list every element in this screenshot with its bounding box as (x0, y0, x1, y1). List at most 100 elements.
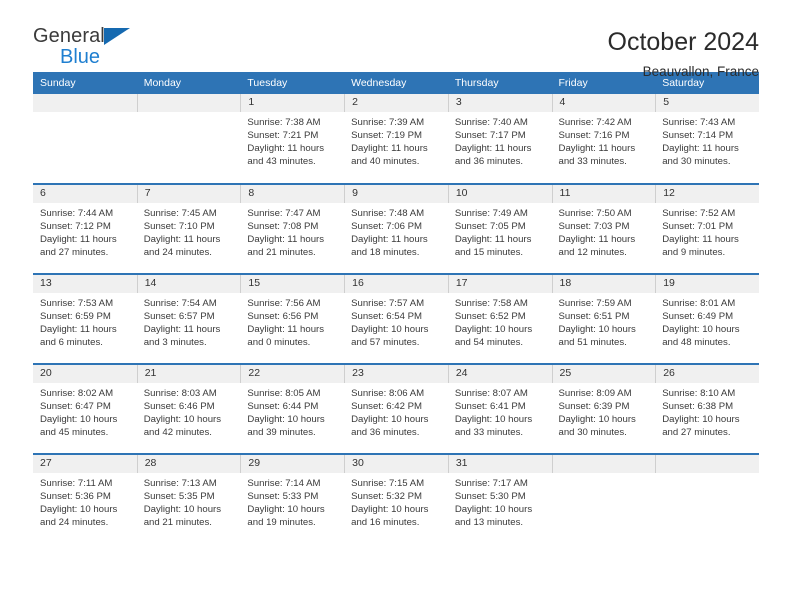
day-number: 4 (551, 94, 656, 112)
page-header: General Blue October 2024 Beauvallon, Fr… (33, 0, 759, 79)
calendar-day-cell: 4 Sunrise: 7:42 AM Sunset: 7:16 PM Daylight… (551, 94, 656, 184)
sunset-text: Sunset: 7:16 PM (558, 130, 630, 142)
day-cell-inner[interactable]: 3 Sunrise: 7:40 AM Sunset: 7:17 PM Daylight… (447, 94, 552, 183)
sunset-text: Sunset: 5:35 PM (143, 491, 215, 503)
day-details: Sunrise: 7:54 AM Sunset: 6:57 PM Daylight:… (137, 293, 241, 349)
calendar-day-cell: 21 Sunrise: 8:03 AM Sunset: 6:46 PM Dayligh… (136, 363, 241, 454)
day-details: Sunrise: 7:45 AM Sunset: 7:10 PM Daylight:… (137, 203, 241, 259)
brand-name-blue: Blue (60, 46, 101, 68)
day-details: Sunrise: 7:50 AM Sunset: 7:03 PM Daylight:… (552, 203, 656, 259)
day-cell-inner[interactable]: 22 Sunrise: 8:05 AM Sunset: 6:44 PM Dayligh… (240, 365, 345, 453)
day-number: 8 (240, 185, 345, 203)
day-cell-inner[interactable]: 13 Sunrise: 7:53 AM Sunset: 6:59 PM Dayligh… (33, 275, 137, 363)
day-cell-inner[interactable]: 17 Sunrise: 7:58 AM Sunset: 6:52 PM Dayligh… (447, 275, 552, 363)
day-cell-inner[interactable]: 9 Sunrise: 7:48 AM Sunset: 7:06 PM Daylight… (344, 185, 448, 273)
calendar-day-cell: 7 Sunrise: 7:45 AM Sunset: 7:10 PM Daylight… (136, 183, 241, 274)
day-cell-inner[interactable]: 11 Sunrise: 7:50 AM Sunset: 7:03 PM Dayligh… (551, 185, 656, 273)
day-cell-inner[interactable]: 15 Sunrise: 7:56 AM Sunset: 6:56 PM Dayligh… (240, 275, 345, 363)
day-cell-inner[interactable]: 16 Sunrise: 7:57 AM Sunset: 6:54 PM Dayligh… (344, 275, 448, 363)
day-number: 27 (33, 455, 137, 473)
sunrise-text: Sunrise: 8:09 AM (558, 388, 632, 399)
day-details: Sunrise: 7:49 AM Sunset: 7:05 PM Daylight:… (448, 203, 552, 259)
sunset-text: Sunset: 6:56 PM (247, 311, 319, 323)
day-cell-inner[interactable]: 27 Sunrise: 7:11 AM Sunset: 5:36 PM Dayligh… (33, 455, 137, 544)
day-number: 20 (33, 365, 137, 383)
calendar-day-cell: 27 Sunrise: 7:11 AM Sunset: 5:36 PM Dayligh… (33, 453, 137, 544)
day-details: Sunrise: 8:09 AM Sunset: 6:39 PM Daylight:… (552, 383, 656, 439)
sunrise-text: Sunrise: 8:03 AM (143, 388, 217, 399)
sunset-text: Sunset: 6:38 PM (662, 401, 734, 413)
day-cell-inner[interactable]: 12 Sunrise: 7:52 AM Sunset: 7:01 PM Dayligh… (655, 185, 759, 273)
day-number: 29 (240, 455, 345, 473)
sunrise-text: Sunrise: 8:10 AM (662, 388, 736, 399)
day-cell-inner[interactable]: 25 Sunrise: 8:09 AM Sunset: 6:39 PM Dayligh… (551, 365, 656, 453)
day-number: 2 (344, 94, 448, 112)
brand-logo[interactable]: General Blue (33, 26, 153, 74)
day-cell-inner[interactable]: 30 Sunrise: 7:15 AM Sunset: 5:32 PM Dayligh… (344, 455, 448, 544)
day-number: 26 (655, 365, 759, 383)
sunset-text: Sunset: 6:46 PM (143, 401, 215, 413)
day-cell-inner[interactable]: 1 Sunrise: 7:38 AM Sunset: 7:21 PM Daylight… (240, 94, 345, 183)
calendar-page: General Blue October 2024 Beauvallon, Fr… (0, 0, 792, 612)
day-details: Sunrise: 7:58 AM Sunset: 6:52 PM Daylight:… (448, 293, 552, 349)
calendar-day-cell: 12 Sunrise: 7:52 AM Sunset: 7:01 PM Dayligh… (655, 183, 759, 274)
weekday-header-monday: Monday (136, 72, 241, 94)
day-number: 17 (447, 275, 552, 293)
day-cell-inner[interactable]: 5 Sunrise: 7:43 AM Sunset: 7:14 PM Daylight… (655, 94, 759, 183)
calendar-day-cell: 28 Sunrise: 7:13 AM Sunset: 5:35 PM Dayligh… (136, 453, 241, 544)
day-cell-inner[interactable]: 24 Sunrise: 8:07 AM Sunset: 6:41 PM Dayligh… (447, 365, 552, 453)
day-cell-inner[interactable]: 6 Sunrise: 7:44 AM Sunset: 7:12 PM Daylight… (33, 185, 137, 273)
sunrise-text: Sunrise: 7:43 AM (662, 117, 736, 128)
daylight-text: Daylight: 10 hours and 54 minutes. (454, 324, 533, 349)
day-cell-inner[interactable]: 31 Sunrise: 7:17 AM Sunset: 5:30 PM Dayligh… (447, 455, 552, 544)
day-number (33, 94, 137, 112)
day-cell-inner[interactable]: 10 Sunrise: 7:49 AM Sunset: 7:05 PM Dayligh… (447, 185, 552, 273)
day-cell-inner[interactable]: 7 Sunrise: 7:45 AM Sunset: 7:10 PM Daylight… (136, 185, 241, 273)
sunset-text: Sunset: 6:57 PM (143, 311, 215, 323)
day-details: Sunrise: 7:40 AM Sunset: 7:17 PM Daylight:… (448, 112, 552, 168)
daylight-text: Daylight: 11 hours and 40 minutes. (351, 143, 428, 168)
day-number: 1 (240, 94, 345, 112)
sunset-text: Sunset: 5:33 PM (247, 491, 319, 503)
daylight-text: Daylight: 10 hours and 13 minutes. (454, 504, 533, 529)
day-cell-inner[interactable]: 23 Sunrise: 8:06 AM Sunset: 6:42 PM Dayligh… (344, 365, 448, 453)
day-cell-inner[interactable]: 2 Sunrise: 7:39 AM Sunset: 7:19 PM Daylight… (344, 94, 448, 183)
day-cell-inner[interactable]: 26 Sunrise: 8:10 AM Sunset: 6:38 PM Dayligh… (655, 365, 759, 453)
day-cell-inner[interactable]: 8 Sunrise: 7:47 AM Sunset: 7:08 PM Daylight… (240, 185, 345, 273)
day-cell-inner (655, 455, 759, 544)
day-cell-inner[interactable]: 20 Sunrise: 8:02 AM Sunset: 6:47 PM Dayligh… (33, 365, 137, 453)
day-details: Sunrise: 7:15 AM Sunset: 5:32 PM Daylight:… (344, 473, 448, 529)
calendar-day-cell: 31 Sunrise: 7:17 AM Sunset: 5:30 PM Dayligh… (447, 453, 552, 544)
daylight-text: Daylight: 11 hours and 18 minutes. (351, 234, 428, 259)
day-cell-inner[interactable]: 19 Sunrise: 8:01 AM Sunset: 6:49 PM Dayligh… (655, 275, 759, 363)
calendar-day-cell: 24 Sunrise: 8:07 AM Sunset: 6:41 PM Dayligh… (447, 363, 552, 454)
day-cell-inner[interactable]: 18 Sunrise: 7:59 AM Sunset: 6:51 PM Dayligh… (551, 275, 656, 363)
calendar-day-cell: 9 Sunrise: 7:48 AM Sunset: 7:06 PM Daylight… (344, 183, 448, 274)
day-cell-inner[interactable]: 21 Sunrise: 8:03 AM Sunset: 6:46 PM Dayligh… (136, 365, 241, 453)
calendar-day-cell: 17 Sunrise: 7:58 AM Sunset: 6:52 PM Dayligh… (447, 273, 552, 364)
sunrise-text: Sunrise: 8:06 AM (351, 388, 425, 399)
day-number: 24 (447, 365, 552, 383)
day-cell-inner[interactable]: 29 Sunrise: 7:14 AM Sunset: 5:33 PM Dayligh… (240, 455, 345, 544)
sunrise-text: Sunrise: 7:38 AM (247, 117, 321, 128)
day-number (136, 94, 241, 112)
day-number: 23 (344, 365, 448, 383)
title-block: October 2024 Beauvallon, France (608, 26, 760, 79)
day-details: Sunrise: 8:10 AM Sunset: 6:38 PM Daylight:… (655, 383, 759, 439)
day-number: 12 (655, 185, 759, 203)
page-title: October 2024 (607, 28, 760, 56)
day-number: 3 (447, 94, 552, 112)
sunset-text: Sunset: 6:44 PM (247, 401, 319, 413)
daylight-text: Daylight: 11 hours and 12 minutes. (558, 234, 636, 259)
calendar-day-cell: 16 Sunrise: 7:57 AM Sunset: 6:54 PM Dayligh… (344, 273, 448, 364)
day-cell-inner[interactable]: 14 Sunrise: 7:54 AM Sunset: 6:57 PM Dayligh… (136, 275, 241, 363)
day-cell-inner[interactable]: 28 Sunrise: 7:13 AM Sunset: 5:35 PM Dayligh… (136, 455, 241, 544)
sunrise-text: Sunrise: 8:01 AM (662, 298, 736, 309)
sunrise-text: Sunrise: 8:07 AM (454, 388, 528, 399)
day-number (551, 455, 656, 473)
day-number: 15 (240, 275, 345, 293)
day-details: Sunrise: 7:48 AM Sunset: 7:06 PM Daylight:… (344, 203, 448, 259)
calendar-day-cell: 30 Sunrise: 7:15 AM Sunset: 5:32 PM Dayligh… (344, 453, 448, 544)
sunset-text: Sunset: 6:59 PM (40, 311, 111, 323)
day-cell-inner[interactable]: 4 Sunrise: 7:42 AM Sunset: 7:16 PM Daylight… (551, 94, 656, 183)
